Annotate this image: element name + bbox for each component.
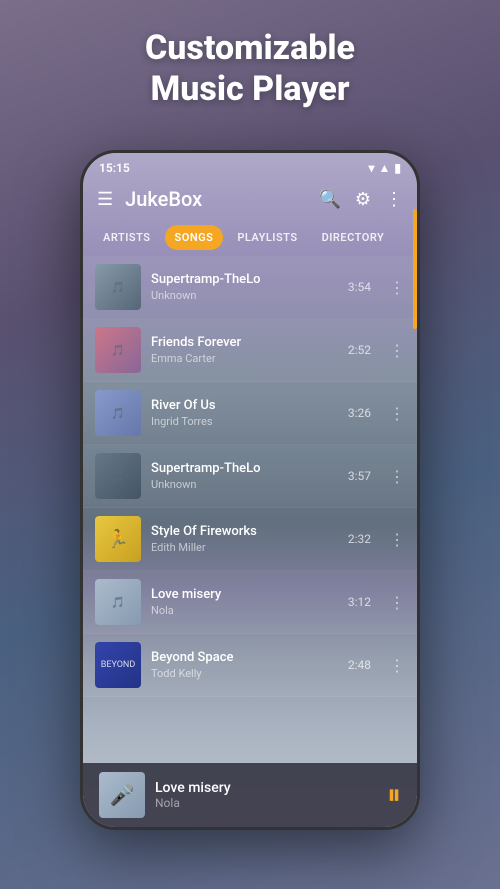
menu-icon[interactable]: ☰ [97,189,113,210]
song-info: Style Of Fireworks Edith Miller [151,524,338,554]
song-more-icon[interactable]: ⋮ [389,530,405,549]
song-artist: Emma Carter [151,352,338,365]
song-artist: Ingrid Torres [151,415,338,428]
app-title: JukeBox [125,187,318,211]
song-artist: Edith Miller [151,541,338,554]
song-thumbnail: 🎵 [95,390,141,436]
song-duration: 3:54 [348,280,371,294]
song-thumbnail: BEYOND [95,642,141,688]
song-info: Love misery Nola [151,587,338,617]
song-thumbnail: 🎵 [95,327,141,373]
list-item[interactable]: BEYOND Beyond Space Todd Kelly 2:48 ⋮ [83,634,417,697]
phone-frame: 15:15 ▾ ▲ ▮ ☰ JukeBox 🔍 ⚙ ⋮ ARTISTS SONG… [80,150,420,830]
tab-directory[interactable]: DIRECTORY [312,225,395,250]
now-playing-thumbnail: 🎤 [99,772,145,818]
song-thumbnail: 🎵 [95,579,141,625]
app-bar-actions: 🔍 ⚙ ⋮ [318,189,403,210]
song-title: Style Of Fireworks [151,524,338,539]
status-time: 15:15 [99,161,130,175]
song-title: River Of Us [151,398,338,413]
phone-screen: 15:15 ▾ ▲ ▮ ☰ JukeBox 🔍 ⚙ ⋮ ARTISTS SONG… [83,153,417,827]
list-item[interactable]: 🎵 Supertramp-TheLo Unknown 3:54 ⋮ [83,256,417,319]
list-item[interactable]: 🎵 Supertramp-TheLo Unknown 3:57 ⋮ [83,445,417,508]
song-duration: 2:48 [348,658,371,672]
more-options-icon[interactable]: ⋮ [385,189,403,210]
song-more-icon[interactable]: ⋮ [389,404,405,423]
song-title: Friends Forever [151,335,338,350]
song-more-icon[interactable]: ⋮ [389,467,405,486]
app-bar: ☰ JukeBox 🔍 ⚙ ⋮ [83,179,417,219]
pause-icon: ⏸ [387,778,401,812]
song-thumbnail: 🎵 [95,264,141,310]
status-bar: 15:15 ▾ ▲ ▮ [83,153,417,179]
song-title: Supertramp-TheLo [151,461,338,476]
tab-songs[interactable]: SONGS [165,225,224,250]
now-playing-info: Love misery Nola [155,780,377,810]
song-info: Supertramp-TheLo Unknown [151,461,338,491]
hero-title: CustomizableMusic Player [0,28,500,110]
song-duration: 2:32 [348,532,371,546]
tab-artists[interactable]: ARTISTS [93,225,161,250]
pause-button[interactable]: ⏸ [387,778,401,812]
song-title: Beyond Space [151,650,338,665]
status-icons: ▾ ▲ ▮ [368,161,401,175]
song-title: Love misery [151,587,338,602]
list-item[interactable]: 🎵 Love misery Nola 3:12 ⋮ [83,571,417,634]
song-thumbnail: 🏃 [95,516,141,562]
song-duration: 3:26 [348,406,371,420]
song-duration: 3:57 [348,469,371,483]
song-duration: 3:12 [348,595,371,609]
song-artist: Unknown [151,289,338,302]
song-info: Friends Forever Emma Carter [151,335,338,365]
signal-icon: ▲ [379,161,391,175]
list-item[interactable]: 🎵 River Of Us Ingrid Torres 3:26 ⋮ [83,382,417,445]
battery-icon: ▮ [394,161,401,175]
now-playing-artist: Nola [155,796,377,810]
now-playing-title: Love misery [155,780,377,796]
search-icon[interactable]: 🔍 [318,189,340,210]
list-item[interactable]: 🎵 Friends Forever Emma Carter 2:52 ⋮ [83,319,417,382]
tab-playlists[interactable]: PLAYLISTS [227,225,307,250]
song-title: Supertramp-TheLo [151,272,338,287]
song-more-icon[interactable]: ⋮ [389,656,405,675]
song-list: 🎵 Supertramp-TheLo Unknown 3:54 ⋮ 🎵 Frie… [83,256,417,697]
equalizer-icon[interactable]: ⚙ [355,189,371,210]
song-duration: 2:52 [348,343,371,357]
tabs-bar: ARTISTS SONGS PLAYLISTS DIRECTORY [83,219,417,256]
song-info: River Of Us Ingrid Torres [151,398,338,428]
song-more-icon[interactable]: ⋮ [389,593,405,612]
song-artist: Nola [151,604,338,617]
list-item[interactable]: 🏃 Style Of Fireworks Edith Miller 2:32 ⋮ [83,508,417,571]
song-artist: Unknown [151,478,338,491]
song-info: Beyond Space Todd Kelly [151,650,338,680]
wifi-icon: ▾ [368,161,374,175]
song-info: Supertramp-TheLo Unknown [151,272,338,302]
song-more-icon[interactable]: ⋮ [389,278,405,297]
scroll-indicator [413,209,417,329]
song-artist: Todd Kelly [151,667,338,680]
song-thumbnail: 🎵 [95,453,141,499]
song-more-icon[interactable]: ⋮ [389,341,405,360]
now-playing-bar[interactable]: 🎤 Love misery Nola ⏸ [83,763,417,827]
